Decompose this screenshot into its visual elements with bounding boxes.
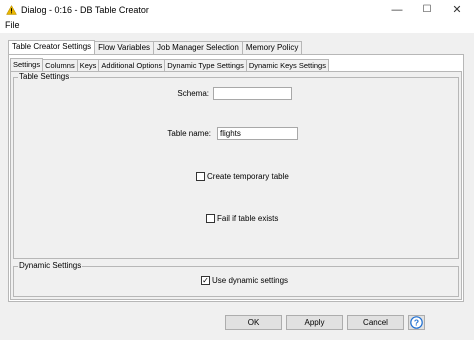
- tab-table-creator-settings[interactable]: Table Creator Settings: [8, 40, 96, 54]
- tab-memory-policy[interactable]: Memory Policy: [241, 41, 303, 54]
- help-icon: ?: [410, 316, 423, 329]
- fail-if-table-exists-label: Fail if table exists: [217, 214, 279, 223]
- dynamic-settings-label: Dynamic Settings: [18, 261, 83, 271]
- cancel-button[interactable]: Cancel: [347, 315, 404, 330]
- use-dynamic-settings-checkbox[interactable]: ✓: [201, 276, 210, 285]
- tab-settings[interactable]: Settings: [10, 58, 44, 71]
- minimize-button[interactable]: —: [382, 0, 412, 19]
- dynamic-settings-group: Dynamic Settings ✓ Use dynamic settings: [13, 261, 459, 297]
- inner-tab-bar: Settings Columns Keys Additional Options…: [10, 58, 329, 71]
- tab-dynamic-keys-settings[interactable]: Dynamic Keys Settings: [245, 59, 329, 71]
- tab-flow-variables[interactable]: Flow Variables: [94, 41, 155, 54]
- help-button[interactable]: ?: [408, 315, 425, 330]
- table-settings-group: Table Settings Schema: Table name: fligh…: [13, 72, 459, 259]
- help-icon-glyph: ?: [414, 318, 419, 328]
- create-temporary-table-checkbox[interactable]: [196, 172, 205, 181]
- close-button[interactable]: ✕: [442, 0, 472, 19]
- schema-input[interactable]: [213, 87, 292, 100]
- tab-keys[interactable]: Keys: [76, 59, 100, 71]
- settings-panel: Table Settings Schema: Table name: fligh…: [10, 71, 462, 300]
- apply-button[interactable]: Apply: [286, 315, 343, 330]
- warning-triangle-icon: [5, 4, 17, 16]
- tab-job-manager-selection[interactable]: Job Manager Selection: [153, 41, 243, 54]
- use-dynamic-settings-label: Use dynamic settings: [212, 276, 289, 285]
- tab-additional-options[interactable]: Additional Options: [98, 59, 166, 71]
- use-dynamic-settings-option[interactable]: ✓ Use dynamic settings: [201, 276, 288, 285]
- menu-file[interactable]: File: [5, 20, 20, 30]
- table-settings-label: Table Settings: [18, 72, 71, 82]
- ok-button[interactable]: OK: [225, 315, 282, 330]
- maximize-button[interactable]: ☐: [412, 0, 442, 19]
- fail-if-table-exists-option[interactable]: Fail if table exists: [206, 214, 278, 223]
- tab-dynamic-type-settings[interactable]: Dynamic Type Settings: [164, 59, 247, 71]
- table-name-input[interactable]: flights: [217, 127, 298, 140]
- create-temporary-table-label: Create temporary table: [207, 172, 289, 181]
- outer-tab-bar: Table Creator Settings Flow Variables Jo…: [8, 40, 303, 54]
- schema-label: Schema:: [177, 89, 209, 98]
- tab-columns[interactable]: Columns: [42, 59, 78, 71]
- table-name-label: Table name:: [167, 129, 211, 138]
- create-temporary-table-option[interactable]: Create temporary table: [196, 172, 289, 181]
- fail-if-table-exists-checkbox[interactable]: [206, 214, 215, 223]
- menu-bar: File: [0, 19, 474, 33]
- window-title: Dialog - 0:16 - DB Table Creator: [21, 4, 149, 15]
